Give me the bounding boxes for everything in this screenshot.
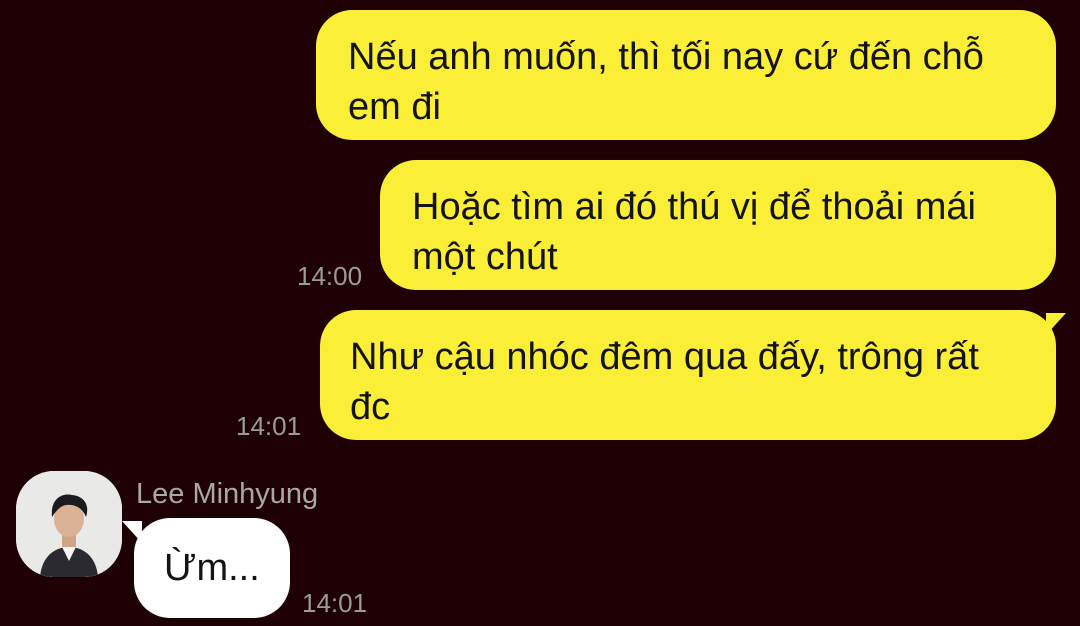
outgoing-message-bubble[interactable]: Nếu anh muốn, thì tối nay cứ đến chỗ em … xyxy=(316,10,1056,140)
message-text: Như cậu nhóc đêm qua đấy, trông rất đc xyxy=(350,336,979,428)
message-text: Hoặc tìm ai đó thú vị để thoải mái một c… xyxy=(412,186,976,278)
sender-avatar[interactable] xyxy=(16,471,122,577)
message-timestamp: 14:00 xyxy=(297,261,363,291)
message-text: Ừm... xyxy=(164,547,260,589)
user-avatar-icon xyxy=(16,471,122,577)
bubble-tail xyxy=(122,521,142,543)
message-timestamp: 14:01 xyxy=(236,411,302,441)
outgoing-message-bubble[interactable]: Hoặc tìm ai đó thú vị để thoải mái một c… xyxy=(380,160,1056,290)
outgoing-message-bubble[interactable]: Như cậu nhóc đêm qua đấy, trông rất đc xyxy=(320,310,1056,440)
message-timestamp: 14:01 xyxy=(302,588,368,618)
message-text: Nếu anh muốn, thì tối nay cứ đến chỗ em … xyxy=(348,36,984,128)
bubble-tail xyxy=(1046,313,1066,335)
sender-name: Lee Minhyung xyxy=(136,478,319,510)
incoming-message-bubble[interactable]: Ừm... xyxy=(134,518,290,618)
chat-thread: Nếu anh muốn, thì tối nay cứ đến chỗ em … xyxy=(0,0,1080,626)
